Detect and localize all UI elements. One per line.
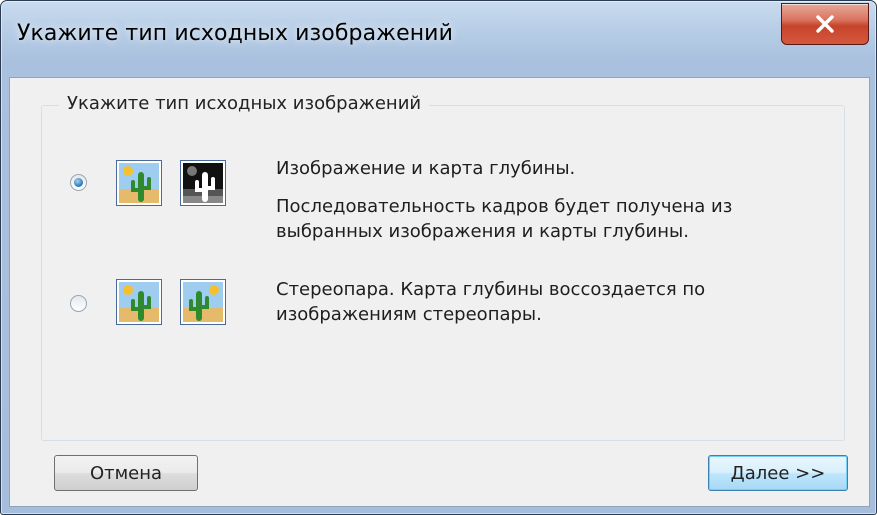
next-button[interactable]: Далее >>: [708, 455, 848, 491]
cactus-photo-icon: [116, 160, 162, 206]
radio-stereo-pair[interactable]: [70, 295, 87, 312]
cancel-button[interactable]: Отмена: [54, 455, 198, 491]
option1-desc-line1: Последовательность кадров будет получена…: [276, 196, 733, 217]
dialog-window: Укажите тип исходных изображений Укажите…: [0, 0, 877, 515]
option1-title: Изображение и карта глубины.: [276, 158, 576, 179]
title-bar[interactable]: Укажите тип исходных изображений: [1, 1, 876, 77]
dialog-client-area: Укажите тип исходных изображений Изображ…: [9, 77, 870, 507]
cactus-left-icon: [116, 279, 162, 325]
option2-title-line1: Стереопара. Карта глубины воссоздается п…: [276, 279, 706, 300]
window-title: Укажите тип исходных изображений: [17, 21, 453, 46]
option2-title-line2: изображениям стереопары.: [276, 304, 542, 325]
close-icon: [816, 15, 834, 33]
radio-image-depth[interactable]: [70, 174, 87, 191]
option1-desc-line2: выбранных изображения и карты глубины.: [276, 221, 689, 242]
cactus-depth-map-icon: [180, 160, 226, 206]
cactus-right-icon: [180, 279, 226, 325]
group-label: Укажите тип исходных изображений: [59, 93, 430, 114]
close-button[interactable]: [781, 3, 869, 45]
